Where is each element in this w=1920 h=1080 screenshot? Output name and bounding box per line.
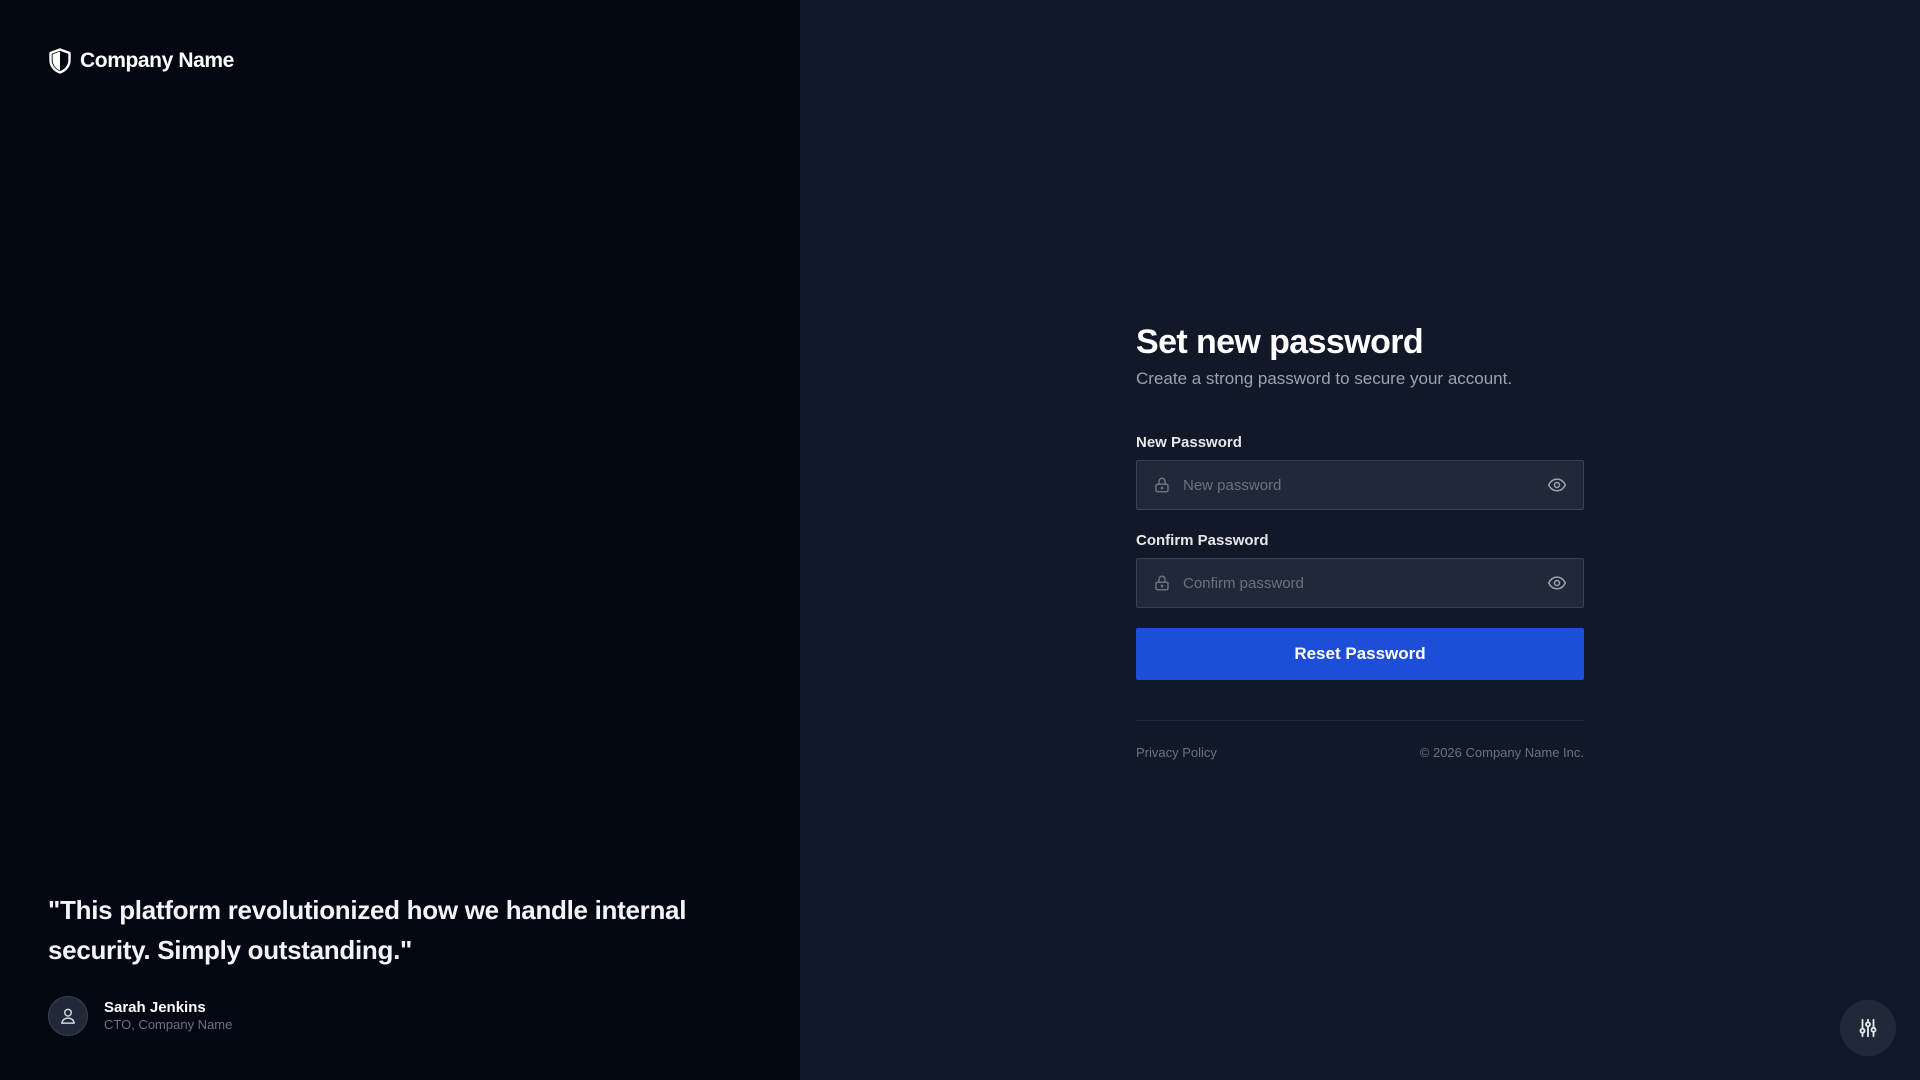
- company-name: Company Name: [80, 49, 234, 72]
- testimonial: "This platform revolutionized how we han…: [48, 890, 768, 1036]
- brand-logo[interactable]: Company Name: [48, 48, 234, 74]
- new-password-input[interactable]: [1183, 476, 1547, 494]
- confirm-password-group: Confirm Password: [1136, 532, 1584, 608]
- new-password-group: New Password: [1136, 434, 1584, 510]
- avatar: [48, 996, 88, 1036]
- shield-icon: [49, 48, 71, 74]
- author-details: Sarah Jenkins CTO, Company Name: [104, 999, 232, 1033]
- page-subtitle: Create a strong password to secure your …: [1136, 369, 1513, 388]
- author-role: CTO, Company Name: [104, 1017, 233, 1032]
- form-footer: Privacy Policy © 2026 Company Name Inc.: [1136, 745, 1584, 760]
- new-password-label: New Password: [1136, 434, 1242, 451]
- testimonial-author: Sarah Jenkins CTO, Company Name: [48, 996, 768, 1036]
- reset-password-form: Set new password Create a strong passwor…: [1136, 320, 1584, 760]
- eye-icon[interactable]: [1547, 475, 1567, 495]
- confirm-password-label: Confirm Password: [1136, 532, 1269, 549]
- confirm-password-field[interactable]: [1136, 558, 1584, 608]
- lock-icon: [1155, 477, 1169, 493]
- new-password-field[interactable]: [1136, 460, 1584, 510]
- page-title: Set new password: [1136, 323, 1424, 361]
- privacy-policy-link[interactable]: Privacy Policy: [1136, 745, 1217, 760]
- user-icon: [61, 1008, 75, 1024]
- copyright-text: © 2026 Company Name Inc.: [1419, 745, 1584, 760]
- eye-icon[interactable]: [1547, 573, 1567, 593]
- brand-panel: Company Name "This platform revolutioniz…: [0, 0, 800, 1080]
- author-name: Sarah Jenkins: [104, 999, 206, 1016]
- form-panel: Set new password Create a strong passwor…: [800, 0, 1920, 1080]
- lock-icon: [1155, 575, 1169, 591]
- testimonial-quote: "This platform revolutionized how we han…: [48, 895, 687, 965]
- confirm-password-input[interactable]: [1183, 574, 1547, 592]
- divider: [1136, 720, 1584, 721]
- sliders-icon: [1859, 1018, 1877, 1038]
- reset-password-button[interactable]: Reset Password: [1136, 628, 1584, 680]
- settings-button[interactable]: [1840, 1000, 1896, 1056]
